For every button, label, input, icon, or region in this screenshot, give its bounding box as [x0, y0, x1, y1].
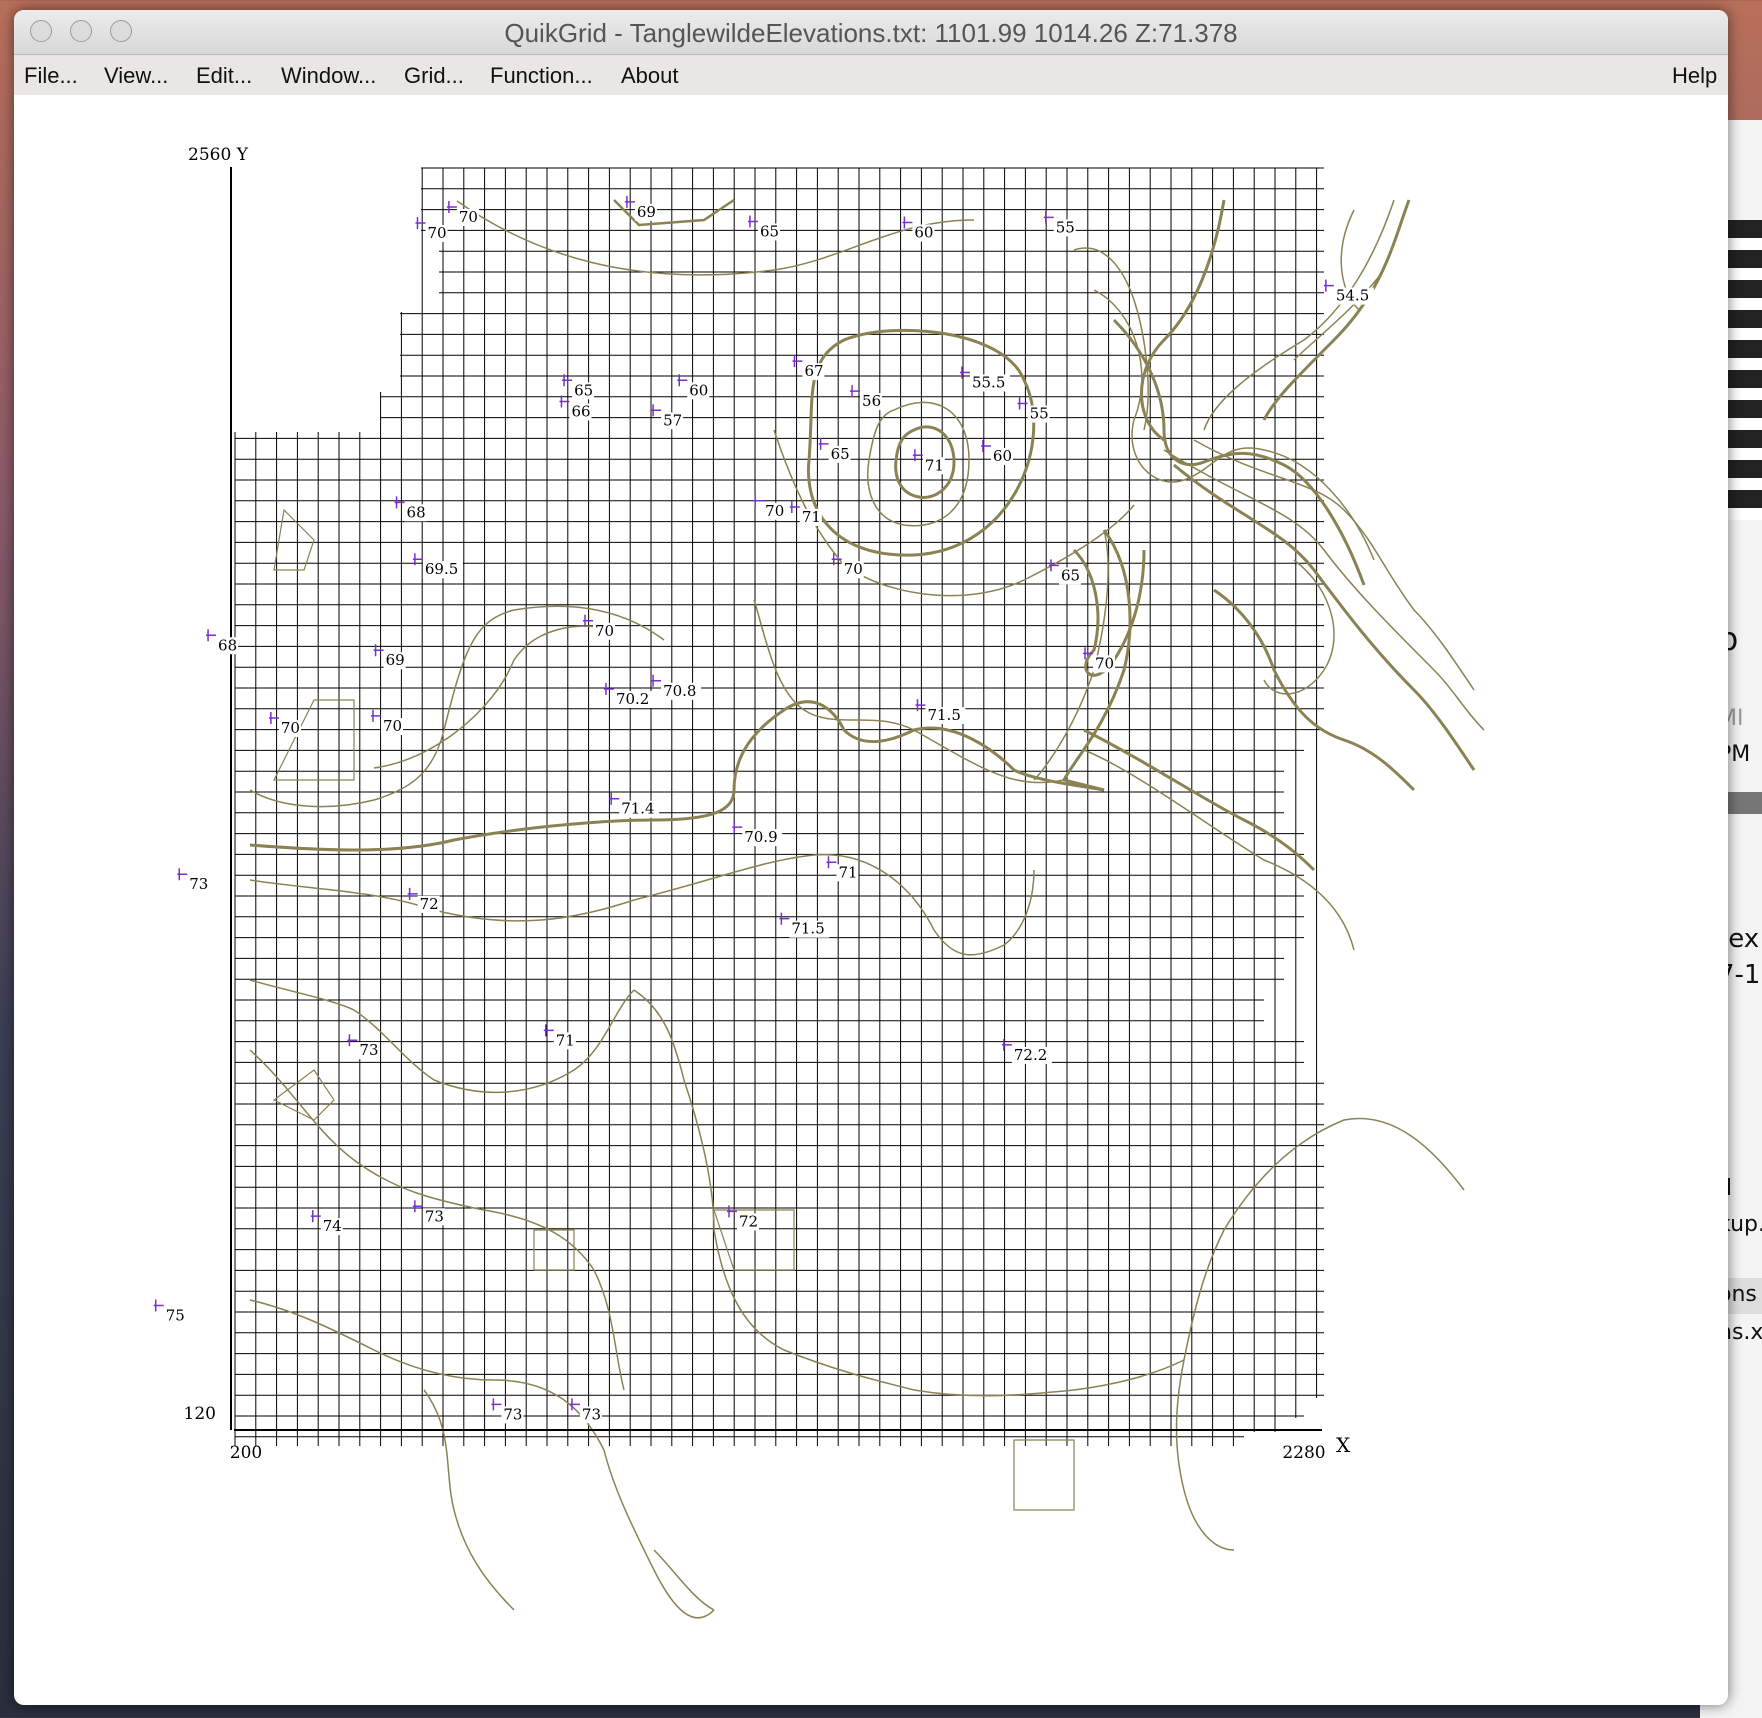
- contour-label: 73: [425, 1207, 444, 1225]
- contour-label: 69.5: [425, 560, 458, 578]
- contour-label: 70.9: [744, 828, 777, 846]
- contour-label: 70: [459, 208, 478, 226]
- contour-label: 72.2: [1014, 1046, 1047, 1064]
- contour-label: 75: [166, 1307, 185, 1325]
- contour-label: 65: [574, 381, 593, 399]
- data-point-marker: [1043, 211, 1054, 224]
- data-point-marker: [415, 217, 426, 230]
- data-point-marker: [543, 1024, 554, 1037]
- data-point-marker: [310, 1210, 321, 1223]
- data-point-marker: [753, 494, 764, 507]
- contour-label: 73: [503, 1405, 522, 1423]
- contour-label: 70.2: [616, 690, 649, 708]
- contour-label: 54.5: [1336, 287, 1369, 305]
- contour-label: 71: [838, 863, 857, 881]
- data-point-marker: [583, 614, 594, 627]
- data-point-marker: [1323, 279, 1334, 292]
- contour-label: 70: [844, 560, 863, 578]
- contour-label: 72: [739, 1212, 758, 1230]
- contour-label: 71.5: [791, 920, 824, 938]
- data-point-marker: [651, 674, 662, 687]
- contour-label-layer: 70 70 69 65 60 55 54.5 65 66 60 57 67 56 55.5 55 65 71 60…: [153, 195, 1374, 1424]
- contour-label: 71.4: [621, 800, 654, 818]
- data-point-marker: [792, 355, 803, 368]
- contour-label: 56: [862, 392, 881, 410]
- contour-label: 68: [218, 636, 237, 654]
- data-point-marker: [779, 912, 790, 925]
- data-point-marker: [1048, 559, 1059, 572]
- grid-mesh: [234, 167, 1324, 1446]
- contour-label: 70.8: [663, 682, 696, 700]
- y-max-label: 2560 Y: [188, 145, 249, 165]
- data-point-marker: [370, 709, 381, 722]
- data-point-marker: [789, 500, 800, 513]
- background-window-glyph: [1726, 220, 1762, 520]
- contour-label: 60: [689, 381, 708, 399]
- contour-label: 74: [323, 1217, 342, 1235]
- contour-label: 71.5: [927, 706, 960, 724]
- data-point-marker: [747, 215, 758, 228]
- data-point-marker: [412, 1200, 423, 1213]
- data-point-marker: [446, 200, 457, 213]
- data-point-marker: [347, 1034, 358, 1047]
- data-point-marker: [826, 856, 837, 869]
- contour-label: 70: [427, 224, 446, 242]
- contour-label: 71: [925, 456, 944, 474]
- data-point-marker: [726, 1205, 737, 1218]
- data-point-marker: [206, 629, 217, 642]
- contour-label: 69: [386, 651, 405, 669]
- contour-label: 65: [831, 445, 850, 463]
- contour-plot[interactable]: 2560 Y 120 200 2280 X 70 70 69 65 60 55 54.5 65…: [14, 10, 1728, 1705]
- data-point-marker: [1017, 397, 1028, 410]
- data-point-marker: [407, 887, 418, 900]
- data-point-marker: [818, 437, 829, 450]
- contour-label: 73: [582, 1405, 601, 1423]
- contour-label: 65: [760, 222, 779, 240]
- contour-label: 69: [637, 203, 656, 221]
- contour-label: 73: [359, 1041, 378, 1059]
- contour-label: 55: [1030, 405, 1049, 423]
- data-point-marker: [902, 216, 913, 229]
- quikgrid-window: QuikGrid - TanglewildeElevations.txt: 11…: [14, 10, 1728, 1705]
- data-point-marker: [491, 1398, 502, 1411]
- x-axis-label: X: [1336, 1433, 1351, 1457]
- data-point-marker: [980, 439, 991, 452]
- contour-label: 70: [281, 719, 300, 737]
- data-point-marker: [732, 821, 743, 834]
- contour-label: 60: [914, 224, 933, 242]
- contour-label: 71: [556, 1031, 575, 1049]
- contour-label: 70: [595, 622, 614, 640]
- contour-label: 73: [189, 875, 208, 893]
- y-min-label: 120: [184, 1404, 216, 1424]
- contour-label: 55: [1056, 218, 1075, 236]
- data-point-marker: [1001, 1038, 1012, 1051]
- data-point-marker: [268, 712, 279, 725]
- contour-label: 66: [571, 402, 590, 420]
- x-min-label: 200: [230, 1443, 262, 1463]
- data-point-marker: [177, 868, 188, 881]
- x-max-label: 2280: [1282, 1443, 1325, 1463]
- data-point-marker: [651, 404, 662, 417]
- data-point-marker: [394, 496, 405, 509]
- contour-label: 70: [1095, 654, 1114, 672]
- contour-label: 71: [802, 508, 821, 526]
- contour-label: 68: [407, 503, 426, 521]
- data-point-marker: [609, 792, 620, 805]
- contour-label: 65: [1061, 566, 1080, 584]
- contour-label: 55.5: [972, 374, 1005, 392]
- data-point-marker: [153, 1299, 164, 1312]
- contour-label: 57: [663, 411, 682, 429]
- data-point-marker: [959, 366, 970, 379]
- contour-label: 67: [804, 362, 823, 380]
- contour-label: 72: [420, 895, 439, 913]
- contour-label: 60: [993, 447, 1012, 465]
- contour-label: 70: [383, 717, 402, 735]
- contour-label: 70: [765, 502, 784, 520]
